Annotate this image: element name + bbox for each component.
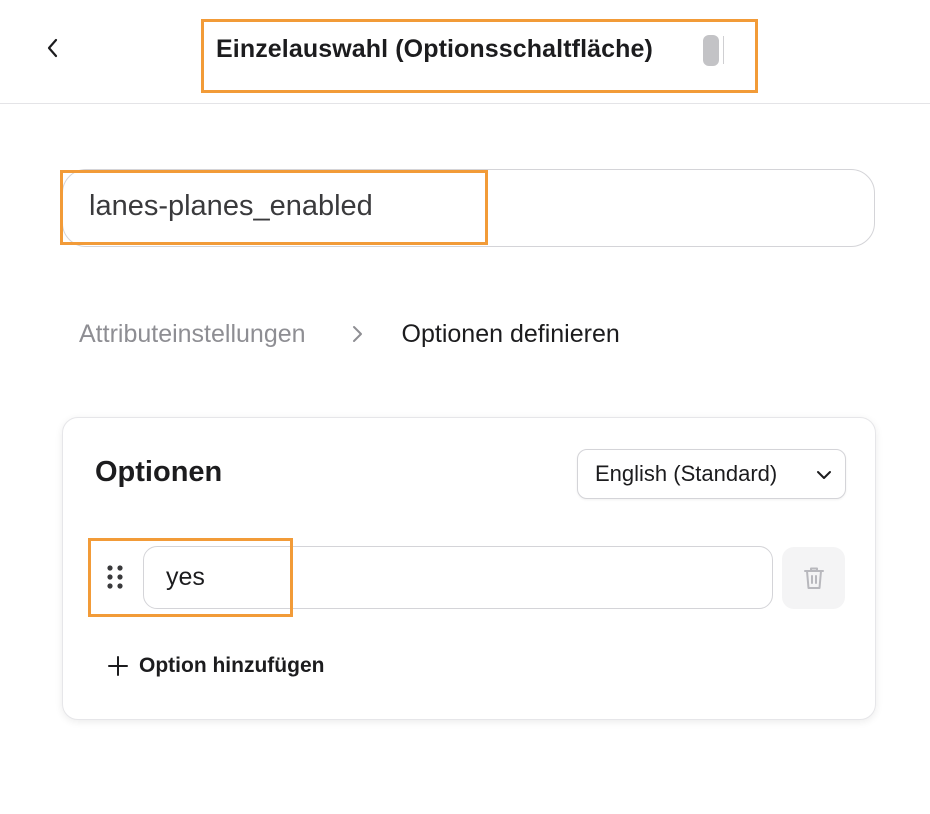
trash-icon xyxy=(803,567,824,589)
breadcrumb-step-attribute-settings[interactable]: Attributeinstellungen xyxy=(79,320,306,349)
language-select[interactable]: English (Standard) xyxy=(577,449,846,499)
title-highlight: Einzelauswahl (Optionsschaltfläche) xyxy=(201,19,758,93)
chevron-right-icon xyxy=(350,323,364,345)
add-option-button[interactable]: Option hinzufügen xyxy=(107,651,324,681)
title-status-badge xyxy=(703,35,719,66)
add-option-label: Option hinzufügen xyxy=(139,654,325,677)
option-highlight xyxy=(88,538,293,617)
delete-option-button[interactable] xyxy=(782,547,845,609)
options-card: Optionen English (Standard) yes Option h… xyxy=(62,417,876,720)
top-bar: Einzelauswahl (Optionsschaltfläche) xyxy=(0,0,930,104)
options-card-title: Optionen xyxy=(95,456,223,488)
page-title: Einzelauswahl (Optionsschaltfläche) xyxy=(216,35,653,63)
breadcrumb: Attributeinstellungen Optionen definiere… xyxy=(79,316,620,352)
chevron-down-icon xyxy=(817,471,831,479)
breadcrumb-step-define-options: Optionen definieren xyxy=(401,319,620,348)
language-select-value: English (Standard) xyxy=(595,461,778,486)
plus-icon xyxy=(108,656,128,676)
attribute-name-value: lanes-planes_enabled xyxy=(89,190,373,222)
back-button[interactable] xyxy=(36,31,70,65)
chevron-left-icon xyxy=(47,38,58,58)
text-cursor xyxy=(723,36,724,64)
